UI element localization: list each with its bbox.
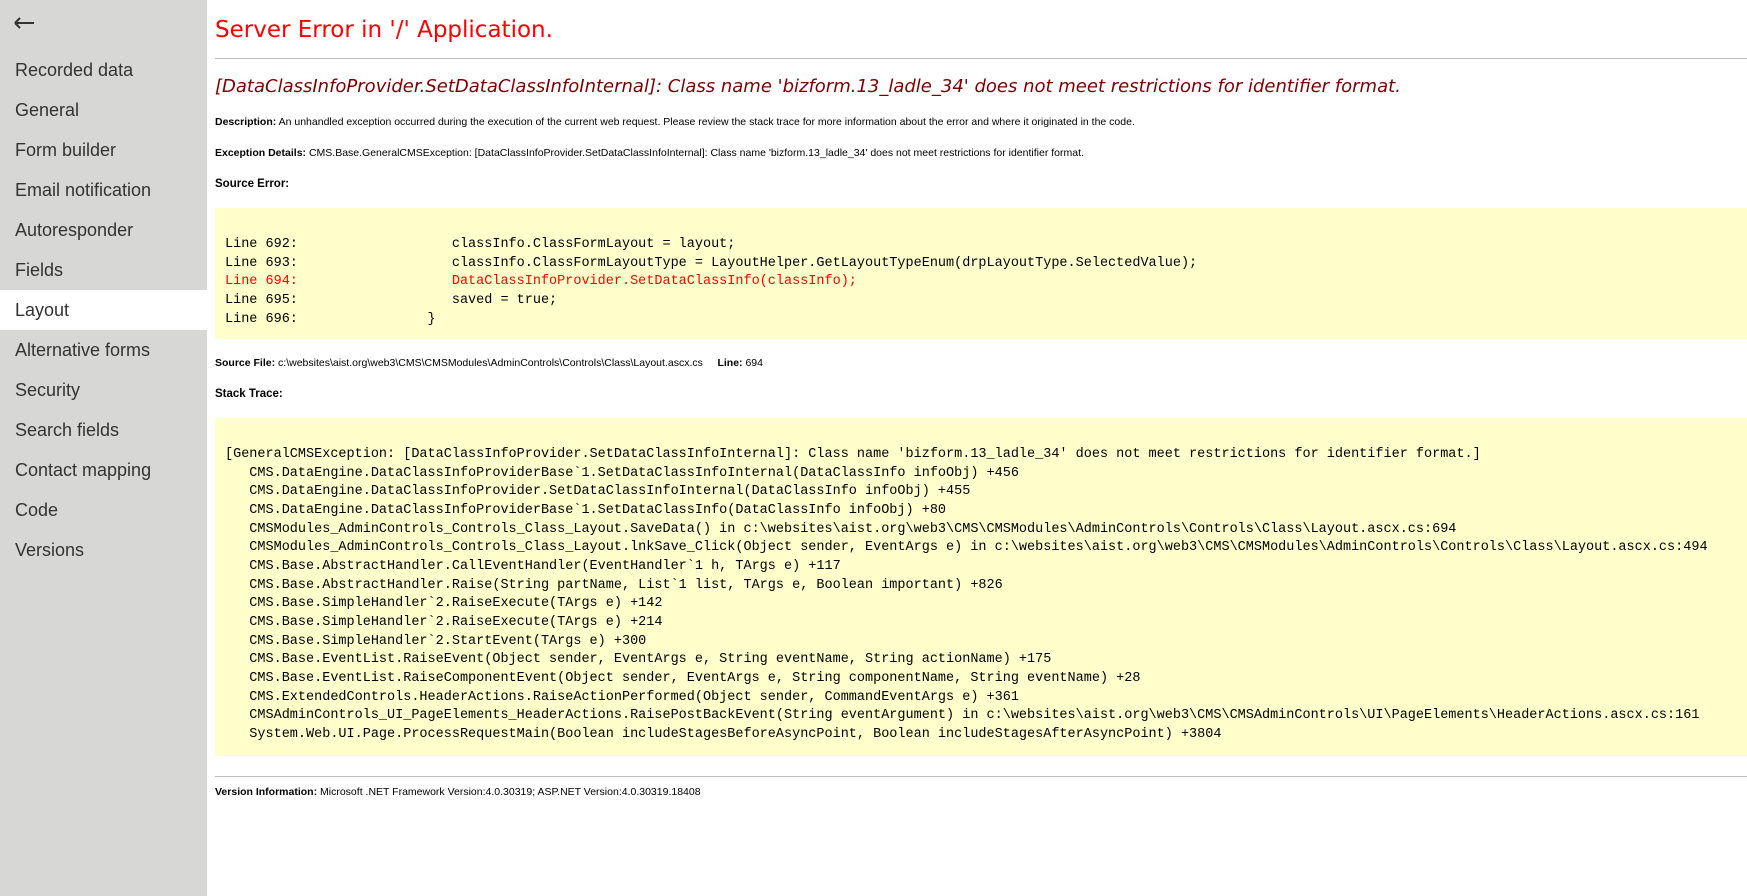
description-label: Description: bbox=[215, 116, 277, 128]
stack-line: CMSAdminControls_UI_PageElements_HeaderA… bbox=[225, 708, 1700, 723]
stack-line: CMS.DataEngine.DataClassInfoProviderBase… bbox=[225, 503, 947, 518]
sidebar-item-alternative-forms[interactable]: Alternative forms bbox=[0, 330, 207, 370]
line-number: 694 bbox=[745, 357, 763, 369]
version-label: Version Information: bbox=[215, 786, 318, 798]
stack-line: [GeneralCMSException: [DataClassInfoProv… bbox=[225, 447, 1481, 462]
stack-line: CMS.Base.AbstractHandler.Raise(String pa… bbox=[225, 578, 1003, 593]
line-label: Line: bbox=[717, 357, 743, 369]
sidebar-item-recorded-data[interactable]: Recorded data bbox=[0, 50, 207, 90]
stack-line: CMSModules_AdminControls_Controls_Class_… bbox=[225, 540, 1708, 555]
stack-line: CMS.Base.SimpleHandler`2.StartEvent(TArg… bbox=[225, 634, 647, 649]
version-text: Microsoft .NET Framework Version:4.0.303… bbox=[320, 786, 701, 798]
version-information: Version Information: Microsoft .NET Fram… bbox=[215, 786, 701, 798]
stack-line: CMS.Base.SimpleHandler`2.RaiseExecute(TA… bbox=[225, 596, 663, 611]
sidebar-item-fields[interactable]: Fields bbox=[0, 250, 207, 290]
exception-label: Exception Details: bbox=[215, 147, 307, 159]
stack-line: CMS.Base.EventList.RaiseComponentEvent(O… bbox=[225, 671, 1141, 686]
sidebar-item-search-fields[interactable]: Search fields bbox=[0, 410, 207, 450]
stack-trace-label: Stack Trace: bbox=[215, 388, 283, 400]
error-page: Server Error in '/' Application. [DataCl… bbox=[207, 0, 1747, 896]
description-text: An unhandled exception occurred during t… bbox=[278, 116, 1135, 128]
sidebar-item-layout[interactable]: Layout bbox=[0, 290, 207, 330]
stack-line: CMSModules_AdminControls_Controls_Class_… bbox=[225, 522, 1457, 537]
source-error-box: Line 692: classInfo.ClassFormLayout = la… bbox=[215, 208, 1747, 339]
source-file-path: c:\websites\aist.org\web3\CMS\CMSModules… bbox=[278, 357, 703, 369]
source-line: Line 695: saved = true; bbox=[225, 293, 558, 308]
title-divider bbox=[215, 58, 1747, 59]
description: Description: An unhandled exception occu… bbox=[215, 116, 1135, 128]
source-line: Line 693: classInfo.ClassFormLayoutType … bbox=[225, 256, 1198, 271]
exception-text: CMS.Base.GeneralCMSException: [DataClass… bbox=[308, 147, 1084, 159]
stack-line: CMS.DataEngine.DataClassInfoProvider.Set… bbox=[225, 484, 971, 499]
sidebar: Recorded data General Form builder Email… bbox=[0, 0, 207, 896]
stack-trace-box: [GeneralCMSException: [DataClassInfoProv… bbox=[215, 418, 1747, 756]
arrow-left-icon bbox=[14, 17, 34, 29]
error-title: Server Error in '/' Application. bbox=[215, 17, 553, 43]
source-line: Line 696: } bbox=[225, 312, 436, 327]
sidebar-item-contact-mapping[interactable]: Contact mapping bbox=[0, 450, 207, 490]
stack-line: CMS.ExtendedControls.HeaderActions.Raise… bbox=[225, 690, 1019, 705]
stack-line: CMS.Base.AbstractHandler.CallEventHandle… bbox=[225, 559, 841, 574]
stack-line: CMS.DataEngine.DataClassInfoProviderBase… bbox=[225, 466, 1019, 481]
stack-line: System.Web.UI.Page.ProcessRequestMain(Bo… bbox=[225, 727, 1222, 742]
back-button[interactable] bbox=[12, 10, 40, 38]
sidebar-item-versions[interactable]: Versions bbox=[0, 530, 207, 570]
stack-line: CMS.Base.EventList.RaiseEvent(Object sen… bbox=[225, 652, 1052, 667]
source-file: Source File: c:\websites\aist.org\web3\C… bbox=[215, 357, 763, 369]
sidebar-item-email-notification[interactable]: Email notification bbox=[0, 170, 207, 210]
sidebar-item-code[interactable]: Code bbox=[0, 490, 207, 530]
source-file-label: Source File: bbox=[215, 357, 276, 369]
source-error-label: Source Error: bbox=[215, 178, 290, 190]
exception-details: Exception Details: CMS.Base.GeneralCMSEx… bbox=[215, 147, 1084, 159]
source-line-error: Line 694: DataClassInfoProvider.SetDataC… bbox=[225, 274, 857, 289]
sidebar-item-security[interactable]: Security bbox=[0, 370, 207, 410]
sidebar-item-autoresponder[interactable]: Autoresponder bbox=[0, 210, 207, 250]
source-line: Line 692: classInfo.ClassFormLayout = la… bbox=[225, 237, 736, 252]
sidebar-nav: Recorded data General Form builder Email… bbox=[0, 50, 207, 570]
stack-line: CMS.Base.SimpleHandler`2.RaiseExecute(TA… bbox=[225, 615, 663, 630]
footer-divider bbox=[215, 776, 1747, 777]
sidebar-item-form-builder[interactable]: Form builder bbox=[0, 130, 207, 170]
sidebar-item-general[interactable]: General bbox=[0, 90, 207, 130]
error-subtitle: [DataClassInfoProvider.SetDataClassInfoI… bbox=[215, 76, 1401, 97]
